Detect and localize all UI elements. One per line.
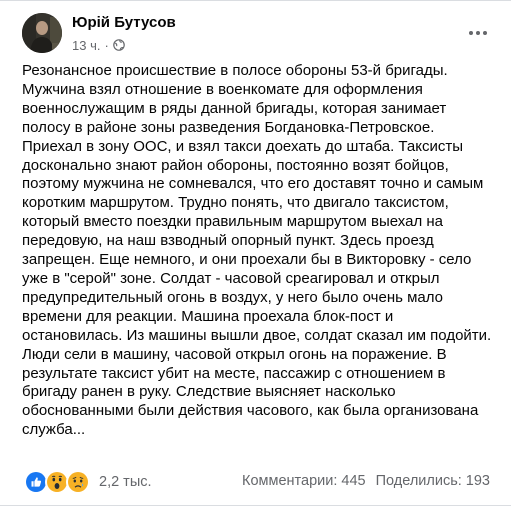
- post-text-line: уже в "серой" зоне. Солдат - часовой сре…: [22, 269, 440, 287]
- post-text-line: служба...: [22, 421, 86, 439]
- reactions-summary[interactable]: 2,2 тыс.: [24, 470, 152, 494]
- post-text-line: военнослужащим в ряды данной бригады, ко…: [22, 99, 447, 117]
- post-header: Юрій Бутусов 13 ч. ·: [22, 13, 492, 57]
- more-horizontal-icon: [469, 31, 473, 35]
- post-text-line: полосу в районе зоны разведения Богданов…: [22, 118, 435, 136]
- post-stats: Комментарии: 445 Поделились: 193: [242, 473, 490, 489]
- post-text-line: коротким маршрутом. Трудно понять, что д…: [22, 194, 449, 212]
- more-options-button[interactable]: [464, 19, 492, 47]
- post-text: Резонансное происшествие в полосе оборон…: [22, 62, 494, 440]
- more-horizontal-icon: [476, 31, 480, 35]
- post-text-line: остановилась. Из машины вышли двое, солд…: [22, 326, 492, 344]
- post-text-line: который вместо поездки правильным маршру…: [22, 213, 443, 231]
- sad-reaction-icon: [66, 470, 90, 494]
- post-text-line: результате таксист убит на месте, пассаж…: [22, 364, 446, 382]
- shares-count[interactable]: Поделились: 193: [376, 473, 490, 489]
- avatar-photo: [22, 13, 62, 53]
- comments-count[interactable]: Комментарии: 445: [242, 473, 366, 489]
- post-text-line: обоснованными были действия часового, ка…: [22, 402, 479, 420]
- post-meta: 13 ч. ·: [72, 37, 125, 53]
- post-footer: 2,2 тыс. Комментарии: 445 Поделились: 19…: [24, 470, 490, 495]
- post-text-line: времени для реакции. Машина проехала бло…: [22, 307, 394, 325]
- post-text-line: бригаду ранен в руку. Следствие выясняет…: [22, 383, 396, 401]
- post-text-line: предупредительный огонь в воздух, у него…: [22, 288, 444, 306]
- post-text-line: досконально знают район обороны, постоян…: [22, 156, 449, 174]
- reactions-count[interactable]: 2,2 тыс.: [99, 474, 152, 490]
- post-text-line: Приехал в зону ООС, и взял такси доехать…: [22, 137, 463, 155]
- avatar[interactable]: [22, 13, 62, 53]
- globe-icon[interactable]: [113, 39, 125, 51]
- post-text-line: запрещен. Еще немного, и они проехали бы…: [22, 251, 472, 269]
- post-text-line: Резонансное происшествие в полосе оборон…: [22, 62, 448, 79]
- meta-separator: ·: [104, 37, 109, 53]
- more-horizontal-icon: [483, 31, 487, 35]
- author-name[interactable]: Юрій Бутусов: [72, 14, 176, 31]
- post-text-line: Мужчина взял отношение в военкомате для …: [22, 80, 423, 98]
- post-text-line: передовую, на наш взводный опорный пункт…: [22, 232, 434, 250]
- post-text-line: поэтому мужчина не сомневался, что его д…: [22, 175, 484, 193]
- post-text-line: Люди сели в машину, часовой открыл огонь…: [22, 345, 447, 363]
- facebook-post: Юрій Бутусов 13 ч. · Резонансное происше…: [0, 0, 511, 506]
- divider: [0, 0, 511, 1]
- post-timestamp[interactable]: 13 ч.: [72, 38, 100, 53]
